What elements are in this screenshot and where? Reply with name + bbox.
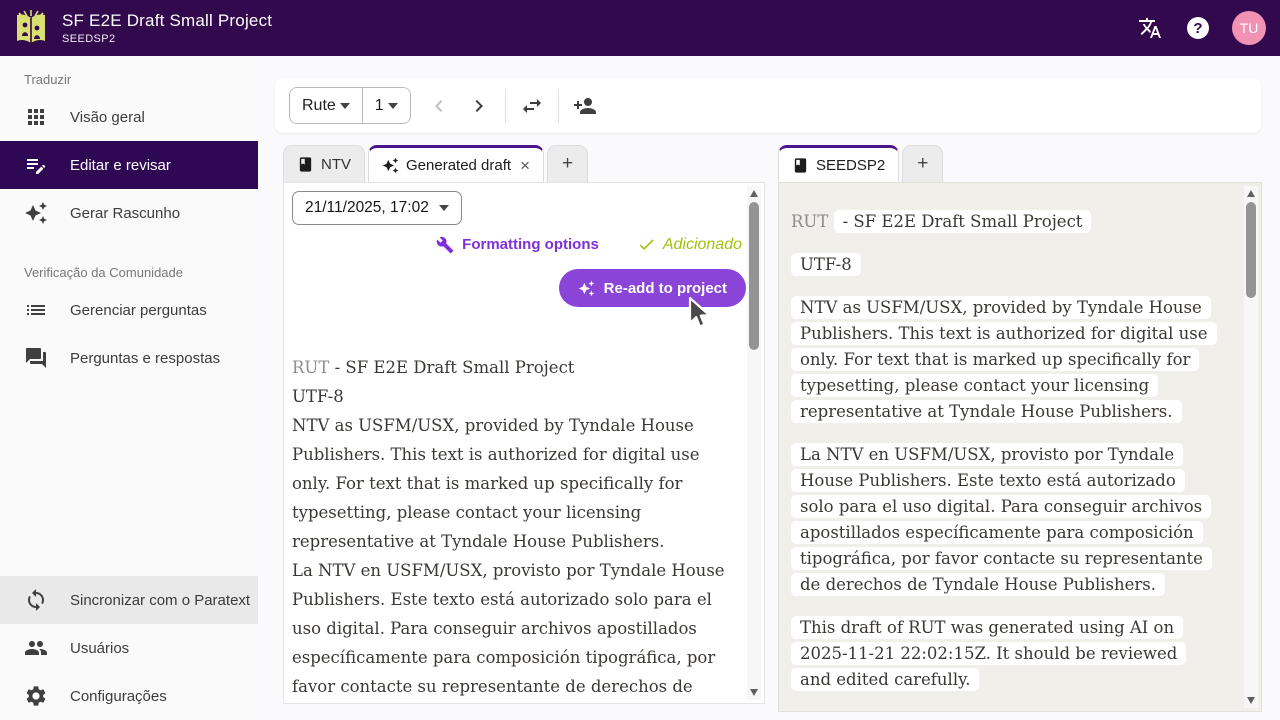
encoding-line: UTF-8 [791,252,1211,278]
tab-project-seedsp2[interactable]: SEEDSP2 [778,145,899,182]
draft-editor-body[interactable]: 21/11/2025, 17:02 Formatting options Adi… [283,182,765,704]
sparkle-icon [578,280,595,297]
book-code: RUT [292,358,329,377]
sync-icon [24,588,48,612]
chevron-down-icon [388,103,398,109]
help-icon[interactable]: ? [1178,8,1218,48]
sidebar-item-edit-review[interactable]: Editar e revisar [0,141,258,189]
page-title: SF E2E Draft Small Project [62,11,272,31]
scrollbar-thumb[interactable] [749,202,759,350]
book-select[interactable]: Rute [290,88,362,123]
check-icon [637,235,656,254]
sidebar-item-generate-draft[interactable]: Gerar Rascunho [0,189,258,237]
book-code: RUT [791,212,828,231]
book-icon [792,157,809,174]
book-chapter-group: Rute 1 [289,87,411,124]
scroll-down-icon[interactable] [1247,697,1255,705]
user-avatar[interactable]: TU [1232,11,1266,45]
chapter-toolbar: Rute 1 [275,78,1261,133]
edit-note-icon [24,153,48,177]
remark-line: NTV as USFM/USX, provided by Tyndale Hou… [292,411,740,556]
draft-panel-tabbar: NTV Generated draft × + [283,145,765,182]
swap-panes-icon[interactable] [512,86,552,126]
scroll-down-icon[interactable] [750,689,758,697]
project-panel-tabbar: SEEDSP2 + [778,145,1262,182]
add-collaborator-icon[interactable] [565,86,605,126]
formatting-options-link[interactable]: Formatting options [436,236,599,254]
remark-line: NTV as USFM/USX, provided by Tyndale Hou… [791,295,1211,425]
language-translate-icon[interactable] [1130,8,1170,48]
id-line: RUT - SF E2E Draft Small Project [292,353,740,382]
sidebar-item-label: Configurações [70,688,167,705]
people-icon [24,636,48,660]
sidebar-item-label: Sincronizar com o Paratext [70,592,250,609]
project-panel: SEEDSP2 + RUT - SF E2E Draft Small Proje… [778,145,1262,712]
sidebar-nav: Traduzir Visão geral Editar e revisar Ge… [0,56,258,720]
draft-scrollbar[interactable] [747,186,761,700]
project-scripture-text[interactable]: RUT - SF E2E Draft Small Project UTF-8 N… [791,209,1211,712]
sparkle-icon [382,157,399,174]
chevron-down-icon [439,205,449,211]
sidebar-item-users[interactable]: Usuários [0,624,258,672]
tab-generated-draft[interactable]: Generated draft × [368,145,544,182]
list-icon [24,298,48,322]
chapter-select[interactable]: 1 [362,88,410,123]
app-header: SF E2E Draft Small Project SEEDSP2 ? TU [0,0,1280,56]
sidebar-item-label: Editar e revisar [70,157,171,174]
remark-line: La NTV en USFM/USX, provisto por Tyndale… [791,442,1211,598]
sidebar-item-sync-paratext[interactable]: Sincronizar com o Paratext [0,576,258,624]
nav-section-translate: Traduzir [0,56,258,93]
add-tab-button[interactable]: + [902,145,943,182]
sidebar-item-label: Gerar Rascunho [70,205,180,222]
scrollbar-thumb[interactable] [1246,202,1256,298]
apps-grid-icon [24,105,48,129]
main-content: Rute 1 [258,56,1280,720]
remark-line: This draft of RUT was generated using AI… [791,615,1211,693]
id-line: RUT - SF E2E Draft Small Project [791,209,1211,235]
next-chapter-button[interactable] [459,86,499,126]
add-tab-button[interactable]: + [547,145,588,182]
prev-chapter-button[interactable] [419,86,459,126]
remark-line: La NTV en USFM/USX, provisto por Tyndale… [292,556,740,704]
book-icon [297,156,314,173]
chevron-down-icon [340,103,350,109]
draft-date-select[interactable]: 21/11/2025, 17:02 [292,191,462,225]
draft-panel: NTV Generated draft × + 21/11/2025, 17:0… [283,145,765,704]
sidebar-item-overview[interactable]: Visão geral [0,93,258,141]
wrench-icon [436,236,454,254]
project-editor-body[interactable]: RUT - SF E2E Draft Small Project UTF-8 N… [778,182,1262,712]
sidebar-item-label: Gerenciar perguntas [70,302,207,319]
encoding-line: UTF-8 [292,382,740,411]
sidebar-item-label: Perguntas e respostas [70,350,220,367]
sidebar-item-manage-questions[interactable]: Gerenciar perguntas [0,286,258,334]
sidebar-item-label: Usuários [70,640,129,657]
scroll-up-icon[interactable] [750,189,758,197]
remark-line: Paragraph breaks have positions preserve… [791,710,1211,712]
scroll-up-icon[interactable] [1247,189,1255,197]
app-logo-icon[interactable] [14,9,48,47]
project-scrollbar[interactable] [1244,186,1258,708]
tab-source-ntv[interactable]: NTV [283,145,365,182]
forum-icon [24,346,48,370]
sparkle-icon [24,201,48,225]
sidebar-item-settings[interactable]: Configurações [0,672,258,720]
close-icon[interactable]: × [520,157,530,174]
readd-to-project-button[interactable]: Re-add to project [559,269,746,307]
project-shortname: SEEDSP2 [62,33,272,45]
draft-scripture-text[interactable]: RUT - SF E2E Draft Small Project UTF-8 N… [292,353,740,704]
gear-icon [24,684,48,708]
status-badge-added: Adicionado [637,235,742,254]
sidebar-item-questions-answers[interactable]: Perguntas e respostas [0,334,258,382]
sidebar-item-label: Visão geral [70,109,145,126]
nav-section-community: Verificação da Comunidade [0,237,258,286]
